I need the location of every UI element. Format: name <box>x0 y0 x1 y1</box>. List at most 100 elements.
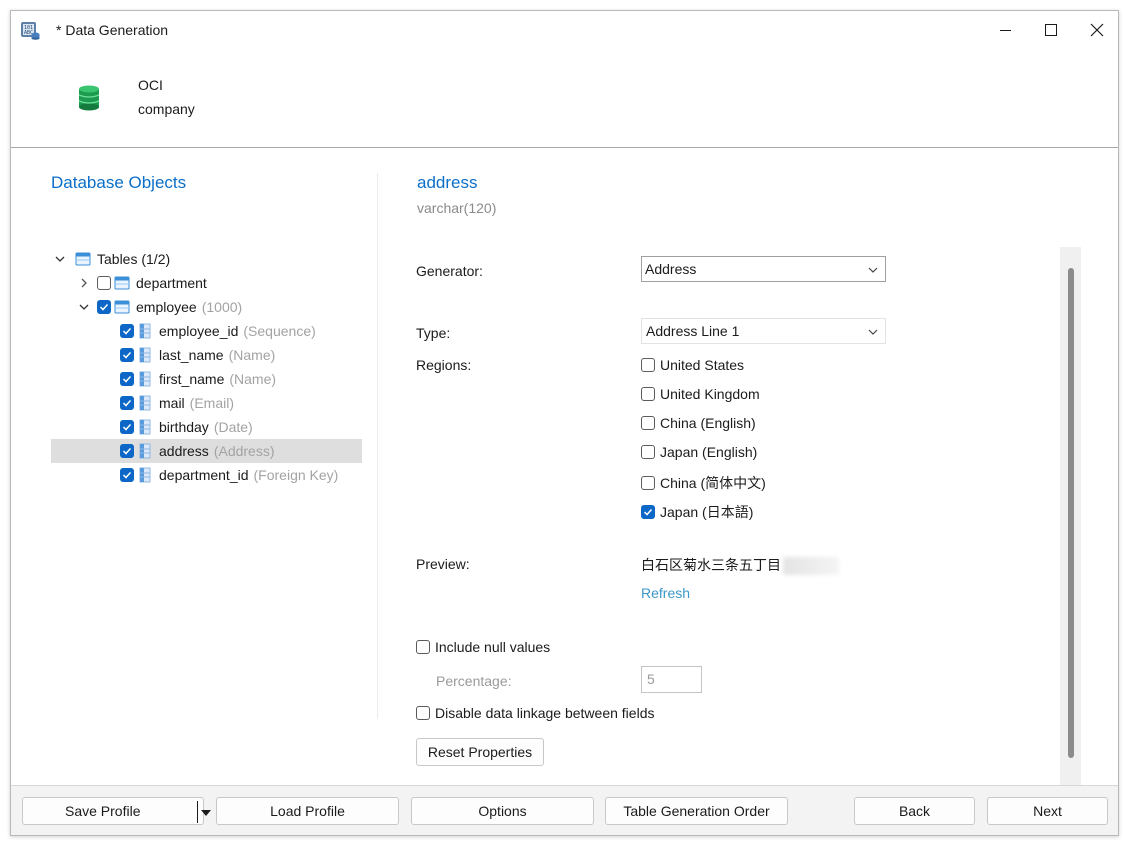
field-generator: (Name) <box>229 371 277 387</box>
tree-root-tables[interactable]: Tables (1/2) <box>53 247 170 271</box>
region-label: China (English) <box>660 415 756 431</box>
include-null-checkbox[interactable] <box>416 640 430 654</box>
type-value: Address Line 1 <box>646 323 740 339</box>
column-icon <box>139 323 151 339</box>
percentage-label: Percentage: <box>436 673 512 689</box>
region-label: Japan (日本語) <box>660 504 754 520</box>
employee-checkbox[interactable] <box>97 300 111 314</box>
data-generation-window: 101 ABC * Data Generation OCI company Da… <box>10 10 1119 836</box>
field-name: first_name <box>159 371 225 387</box>
column-icon <box>139 371 151 387</box>
department-checkbox[interactable] <box>97 276 111 290</box>
field-checkbox[interactable] <box>120 372 134 386</box>
field-checkbox[interactable] <box>120 324 134 338</box>
blurred-preview-region <box>783 557 839 576</box>
include-null-option[interactable]: Include null values <box>416 639 550 655</box>
minimize-icon <box>999 29 1011 31</box>
checkmark-icon <box>122 447 132 455</box>
column-icon <box>139 419 151 435</box>
data-generation-app-icon: 101 ABC <box>21 22 40 40</box>
generator-label: Generator: <box>416 263 483 279</box>
field-generator: (Date) <box>213 419 253 435</box>
checkmark-icon <box>122 351 132 359</box>
region-checkbox[interactable] <box>641 358 655 372</box>
title-bar[interactable]: 101 ABC * Data Generation <box>11 11 1118 49</box>
chevron-down-icon <box>868 329 878 335</box>
type-label: Type: <box>416 325 451 341</box>
load-profile-button[interactable]: Load Profile <box>216 797 399 825</box>
regions-label: Regions: <box>416 357 472 373</box>
table-generation-order-button[interactable]: Table Generation Order <box>605 797 788 825</box>
field-checkbox[interactable] <box>120 444 134 458</box>
field-generator: (Address) <box>213 443 275 459</box>
field-checkbox[interactable] <box>120 396 134 410</box>
disable-linkage-checkbox[interactable] <box>416 706 430 720</box>
chevron-right-icon[interactable] <box>77 276 91 290</box>
field-checkbox[interactable] <box>120 468 134 482</box>
region-checkbox[interactable] <box>641 387 655 401</box>
field-address[interactable]: address (Address) <box>51 439 362 463</box>
caret-down-icon[interactable] <box>201 810 211 817</box>
region-checkbox[interactable] <box>641 445 655 459</box>
checkmark-icon <box>122 423 132 431</box>
refresh-link[interactable]: Refresh <box>641 585 690 601</box>
field-first-name[interactable]: first_name (Name) <box>120 367 276 391</box>
table-name: employee <box>136 299 197 315</box>
region-checkbox[interactable] <box>641 505 655 519</box>
save-profile-button[interactable]: Save Profile <box>22 797 211 825</box>
region-united-states[interactable]: United States <box>641 357 744 373</box>
field-name: birthday <box>159 419 209 435</box>
close-icon <box>1090 23 1104 37</box>
connection-name: OCI <box>138 77 163 93</box>
tree-table-employee[interactable]: employee (1000) <box>77 295 242 319</box>
checkmark-icon <box>643 508 653 516</box>
field-name: mail <box>159 395 185 411</box>
field-generator: (Foreign Key) <box>253 467 339 483</box>
field-name: address <box>159 443 209 459</box>
field-last-name[interactable]: last_name (Name) <box>120 343 275 367</box>
field-employee-id[interactable]: employee_id (Sequence) <box>120 319 316 343</box>
region-united-kingdom[interactable]: United Kingdom <box>641 386 760 402</box>
region-label: Japan (English) <box>660 444 758 460</box>
generator-select[interactable]: Address <box>641 256 886 282</box>
column-icon <box>139 347 151 363</box>
maximize-button[interactable] <box>1028 11 1074 49</box>
field-mail[interactable]: mail (Email) <box>120 391 234 415</box>
generator-value: Address <box>645 261 697 277</box>
checkmark-icon <box>122 471 132 479</box>
region-checkbox[interactable] <box>641 476 655 490</box>
table-icon <box>114 276 130 290</box>
column-icon <box>139 395 151 411</box>
region-japan-japanese[interactable]: Japan (日本語) <box>641 502 753 522</box>
region-label: United Kingdom <box>660 386 760 402</box>
table-row-count: (1000) <box>201 299 243 315</box>
checkmark-icon <box>122 399 132 407</box>
tables-icon <box>75 252 91 266</box>
table-icon <box>114 300 130 314</box>
chevron-down-icon[interactable] <box>53 252 67 266</box>
field-name: last_name <box>159 347 224 363</box>
options-button[interactable]: Options <box>411 797 594 825</box>
next-button[interactable]: Next <box>987 797 1108 825</box>
field-birthday[interactable]: birthday (Date) <box>120 415 253 439</box>
chevron-down-icon[interactable] <box>77 300 91 314</box>
region-china-simplified[interactable]: China (简体中文) <box>641 473 766 493</box>
scrollbar-thumb[interactable] <box>1068 268 1074 758</box>
type-select[interactable]: Address Line 1 <box>641 318 886 344</box>
preview-label: Preview: <box>416 556 470 572</box>
disable-linkage-option[interactable]: Disable data linkage between fields <box>416 705 654 721</box>
field-department-id[interactable]: department_id (Foreign Key) <box>120 463 338 487</box>
reset-properties-button[interactable]: Reset Properties <box>416 738 544 766</box>
field-checkbox[interactable] <box>120 348 134 362</box>
percentage-input[interactable]: 5 <box>641 666 702 693</box>
minimize-button[interactable] <box>982 11 1028 49</box>
back-button[interactable]: Back <box>854 797 975 825</box>
connection-database: company <box>138 101 195 117</box>
region-label: United States <box>660 357 745 373</box>
region-checkbox[interactable] <box>641 416 655 430</box>
field-checkbox[interactable] <box>120 420 134 434</box>
close-button[interactable] <box>1074 11 1118 49</box>
region-china-english[interactable]: China (English) <box>641 415 756 431</box>
tree-table-department[interactable]: department <box>77 271 207 295</box>
region-japan-english[interactable]: Japan (English) <box>641 444 757 460</box>
